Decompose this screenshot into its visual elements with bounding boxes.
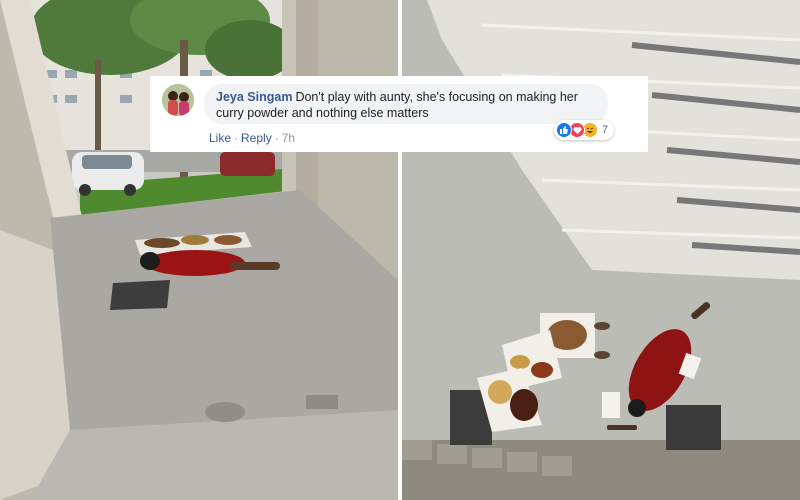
- action-separator: ·: [274, 131, 279, 145]
- comment-card: Jeya Singam Don't play with aunty, she's …: [150, 76, 648, 152]
- comment-author-link[interactable]: Jeya Singam: [216, 90, 292, 104]
- left-photo: [0, 0, 398, 500]
- comment-actions: Like · Reply · 7h: [209, 131, 295, 145]
- action-separator: ·: [234, 131, 239, 145]
- comment-bubble: Jeya Singam Don't play with aunty, she's …: [204, 84, 608, 124]
- comment-timestamp[interactable]: 7h: [282, 131, 295, 145]
- right-photo: [402, 0, 800, 500]
- reply-link[interactable]: Reply: [241, 131, 272, 145]
- like-link[interactable]: Like: [209, 131, 231, 145]
- avatar[interactable]: [162, 84, 194, 116]
- like-icon: [556, 122, 572, 138]
- reactions-summary[interactable]: 7: [554, 120, 615, 140]
- reaction-count: 7: [602, 124, 609, 136]
